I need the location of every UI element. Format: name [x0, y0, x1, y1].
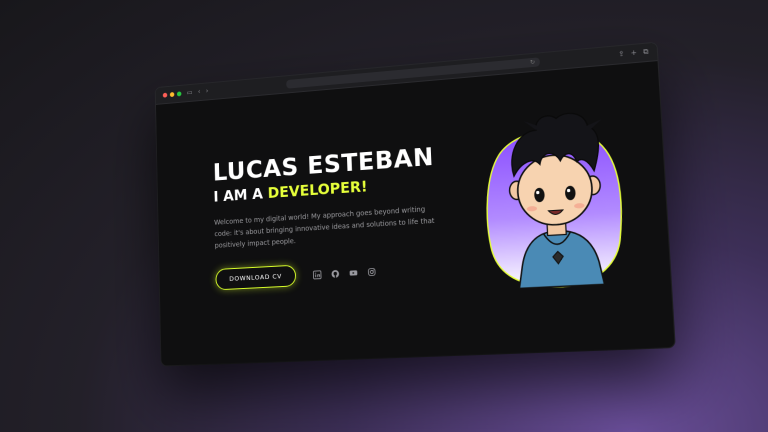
- avatar-illustration: [475, 105, 639, 299]
- back-icon[interactable]: ‹: [198, 88, 201, 96]
- hero-description: Welcome to my digital world! My approach…: [214, 205, 435, 250]
- social-links: [313, 267, 376, 279]
- new-tab-icon[interactable]: +: [630, 49, 637, 58]
- window-controls: [162, 91, 182, 98]
- reload-icon[interactable]: ↻: [530, 58, 536, 67]
- sidebar-icon[interactable]: ▭: [187, 89, 193, 97]
- close-window-button[interactable]: [162, 92, 168, 98]
- role-prefix: I AM A: [213, 184, 269, 206]
- download-cv-button[interactable]: DOWNLOAD CV: [215, 264, 297, 291]
- tab-overview-icon[interactable]: ⧉: [643, 48, 649, 57]
- forward-icon[interactable]: ›: [206, 87, 209, 95]
- linkedin-icon[interactable]: [313, 270, 322, 279]
- browser-window: ▭ ‹ › ↻ ⇪ + ⧉ LUCAS ESTEBAN I AM A DEVEL…: [155, 42, 675, 366]
- hero-section: LUCAS ESTEBAN I AM A DEVELOPER! Welcome …: [213, 140, 465, 291]
- share-icon[interactable]: ⇪: [618, 50, 625, 59]
- avatar-svg: [475, 105, 639, 299]
- portfolio-page: LUCAS ESTEBAN I AM A DEVELOPER! Welcome …: [156, 61, 675, 365]
- instagram-icon[interactable]: [367, 267, 376, 276]
- minimize-window-button[interactable]: [169, 92, 175, 98]
- hero-actions: DOWNLOAD CV: [215, 256, 464, 291]
- maximize-window-button[interactable]: [176, 91, 182, 97]
- scene: ▭ ‹ › ↻ ⇪ + ⧉ LUCAS ESTEBAN I AM A DEVEL…: [0, 0, 768, 432]
- youtube-icon[interactable]: [349, 268, 358, 277]
- github-icon[interactable]: [331, 269, 340, 278]
